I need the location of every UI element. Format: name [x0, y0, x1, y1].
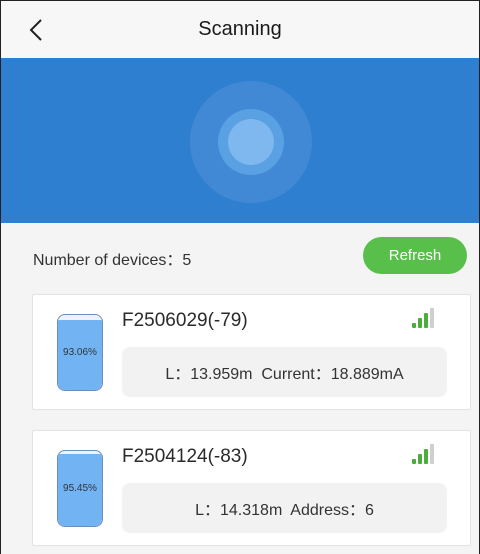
- signal-bar: [412, 459, 416, 464]
- device-count-label: Number of devices：: [33, 252, 183, 269]
- scan-animation-area: [1, 58, 479, 223]
- signal-bar: [418, 454, 422, 464]
- title-bar: Scanning: [1, 1, 479, 58]
- battery-indicator: 93.06%: [57, 314, 103, 391]
- device-count: Number of devices：5: [33, 246, 191, 270]
- app-screen: Scanning Number of devices：5 Refresh 93.…: [0, 0, 480, 554]
- signal-bar: [412, 323, 416, 328]
- device-info: L：13.959m Current：18.889mA: [122, 347, 447, 397]
- device-card[interactable]: 93.06% F2506029(-79) L：13.959m Current：1…: [32, 294, 471, 410]
- battery-percent: 95.45%: [63, 483, 97, 494]
- device-info: L：14.318m Address：6: [122, 483, 447, 533]
- signal-bar: [424, 313, 428, 328]
- radar-pulse-core: [228, 119, 274, 165]
- page-title: Scanning: [198, 18, 282, 40]
- device-name: F2504124(-83): [122, 446, 248, 467]
- device-count-value: 5: [182, 252, 192, 269]
- device-card[interactable]: 95.45% F2504124(-83) L：14.318m Address：6: [32, 430, 471, 546]
- signal-bar: [430, 444, 434, 464]
- battery-indicator: 95.45%: [57, 450, 103, 527]
- signal-strength-icon: [412, 308, 434, 328]
- device-name: F2506029(-79): [122, 310, 248, 331]
- signal-bar: [418, 318, 422, 328]
- refresh-button[interactable]: Refresh: [363, 237, 467, 274]
- signal-strength-icon: [412, 444, 434, 464]
- signal-bar: [430, 308, 434, 328]
- battery-percent: 93.06%: [63, 347, 97, 358]
- signal-bar: [424, 449, 428, 464]
